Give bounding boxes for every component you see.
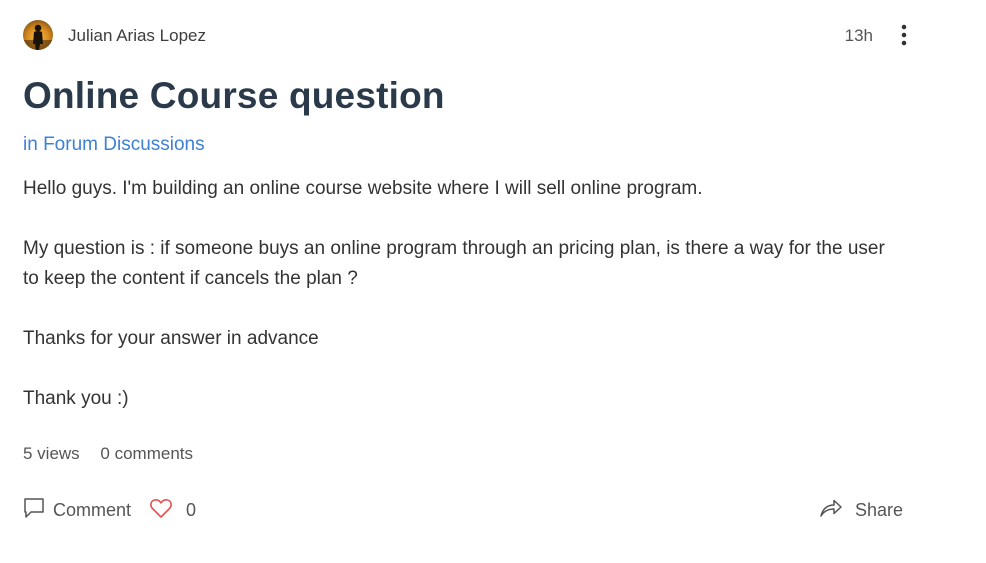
comment-label: Comment bbox=[53, 500, 132, 520]
comments-count[interactable]: 0 comments bbox=[100, 444, 193, 463]
post-title: Online Course question bbox=[23, 75, 445, 116]
post-body: Hello guys. I'm building an online cours… bbox=[23, 174, 903, 414]
like-count: 0 bbox=[186, 500, 197, 520]
avatar[interactable] bbox=[23, 20, 53, 50]
share-label: Share bbox=[854, 500, 903, 520]
post-time: 13h bbox=[844, 26, 873, 45]
more-vertical-icon[interactable] bbox=[895, 22, 913, 48]
post-paragraph: Thanks for your answer in advance bbox=[23, 328, 319, 349]
comment-icon bbox=[23, 497, 45, 524]
post-paragraph: Hello guys. I'm building an online cours… bbox=[23, 178, 703, 199]
comment-button[interactable]: Comment bbox=[23, 497, 131, 524]
forum-post: Julian Arias Lopez 13h Online Course que… bbox=[23, 18, 913, 525]
post-header: Julian Arias Lopez 13h bbox=[23, 18, 913, 52]
heart-icon bbox=[149, 497, 173, 524]
post-stats: 5 views 0 comments bbox=[23, 444, 913, 464]
views-count: 5 views bbox=[23, 444, 80, 463]
category-prefix: in bbox=[23, 134, 38, 155]
like-button[interactable]: 0 bbox=[149, 497, 196, 524]
post-category: in Forum Discussions bbox=[23, 134, 913, 156]
post-paragraph: My question is : if someone buys an onli… bbox=[23, 238, 885, 289]
author-name[interactable]: Julian Arias Lopez bbox=[68, 26, 206, 46]
share-button[interactable]: Share bbox=[819, 497, 903, 524]
post-paragraph: Thank you :) bbox=[23, 388, 129, 409]
category-link[interactable]: Forum Discussions bbox=[43, 134, 205, 155]
post-actions: Comment 0 Share bbox=[23, 497, 913, 525]
share-icon bbox=[819, 497, 843, 524]
